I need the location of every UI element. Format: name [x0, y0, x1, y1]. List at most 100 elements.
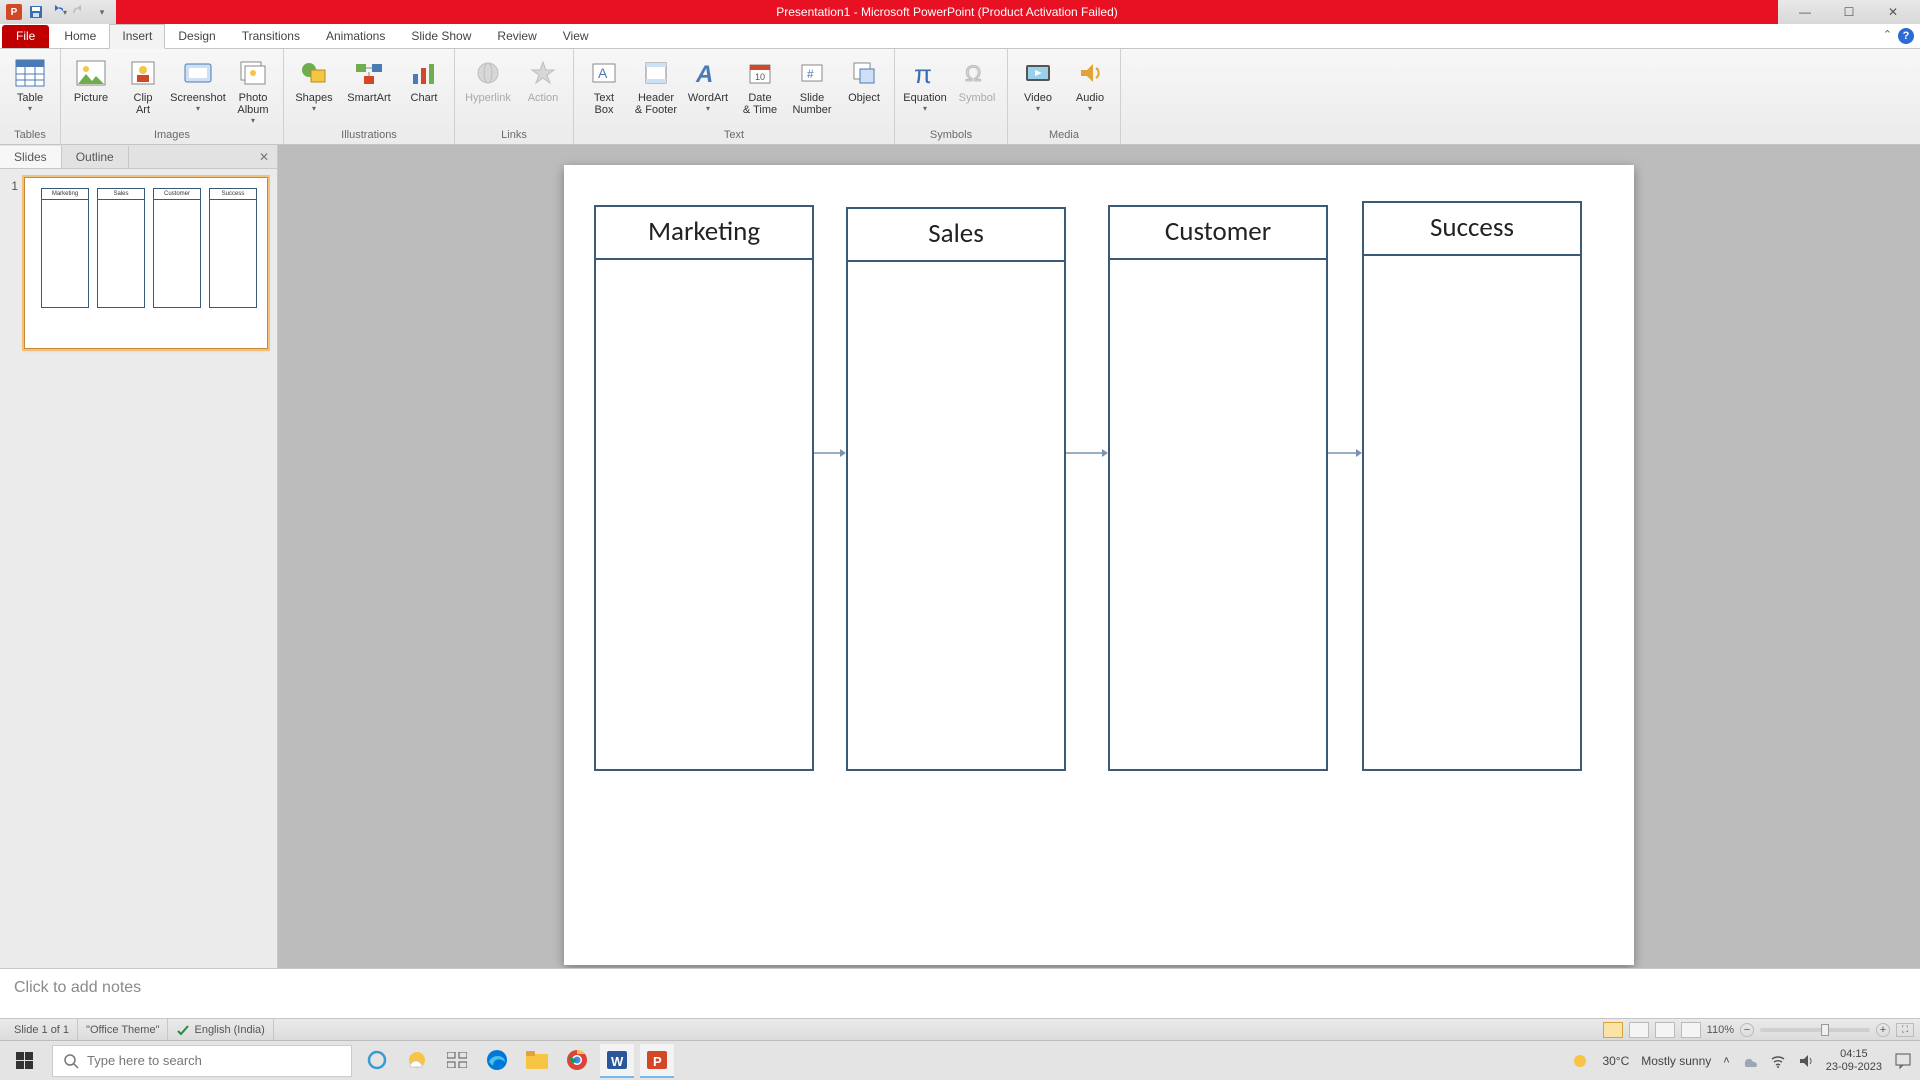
zoom-in-button[interactable]: +	[1876, 1023, 1890, 1037]
view-slideshow-button[interactable]	[1681, 1022, 1701, 1038]
taskbar-explorer[interactable]	[520, 1044, 554, 1078]
view-sorter-button[interactable]	[1629, 1022, 1649, 1038]
maximize-button[interactable]: ☐	[1832, 1, 1866, 23]
table-button[interactable]: Table▾	[6, 53, 54, 114]
taskbar-powerpoint[interactable]: P	[640, 1044, 674, 1078]
ribbon-minimize-icon[interactable]: ⌃	[1883, 28, 1892, 44]
volume-icon[interactable]	[1798, 1053, 1814, 1069]
notifications-icon[interactable]	[1894, 1052, 1912, 1070]
search-placeholder: Type here to search	[87, 1053, 202, 1068]
tab-home[interactable]: Home	[51, 24, 109, 48]
group-label: Links	[501, 127, 527, 144]
view-reading-button[interactable]	[1655, 1022, 1675, 1038]
tab-review[interactable]: Review	[484, 24, 549, 48]
tab-view[interactable]: View	[550, 24, 602, 48]
taskbar-cortana[interactable]	[360, 1044, 394, 1078]
zoom-slider[interactable]	[1760, 1028, 1870, 1032]
start-button[interactable]	[0, 1041, 48, 1080]
textbox-button[interactable]: AText Box	[580, 53, 628, 117]
qat-customize[interactable]: ▾	[92, 2, 112, 22]
minimize-button[interactable]: —	[1788, 1, 1822, 23]
photo-album-button[interactable]: Photo Album▾	[229, 53, 277, 126]
slide-number-button[interactable]: #Slide Number	[788, 53, 836, 117]
slide-editor[interactable]: Marketing Sales Customer Success	[278, 145, 1920, 968]
zoom-level[interactable]: 110%	[1707, 1024, 1734, 1036]
arrow-icon	[1066, 445, 1096, 446]
ribbon: Table▾ Tables Picture Clip Art Screensho…	[0, 49, 1920, 145]
tab-animations[interactable]: Animations	[313, 24, 398, 48]
taskbar-chrome[interactable]	[560, 1044, 594, 1078]
pane-tab-slides[interactable]: Slides	[0, 146, 62, 168]
svg-text:W: W	[611, 1054, 624, 1069]
header-footer-button[interactable]: Header & Footer	[632, 53, 680, 117]
onedrive-icon[interactable]	[1742, 1053, 1758, 1069]
shapes-button[interactable]: Shapes▾	[290, 53, 338, 114]
undo-button[interactable]: ▾	[48, 2, 68, 22]
thumbnail-list: 1 Marketing Sales Customer Success	[0, 169, 277, 968]
pane-close-icon[interactable]: ✕	[251, 150, 277, 164]
svg-text:P: P	[653, 1054, 662, 1069]
taskbar-task-view[interactable]	[440, 1044, 474, 1078]
picture-button[interactable]: Picture	[67, 53, 115, 105]
symbol-button: ΩSymbol	[953, 53, 1001, 105]
equation-label: Equation	[903, 92, 946, 104]
taskbar-weather-widget[interactable]	[400, 1044, 434, 1078]
screenshot-button[interactable]: Screenshot▾	[171, 53, 225, 114]
weather-desc[interactable]: Mostly sunny	[1641, 1054, 1711, 1068]
group-label: Text	[724, 127, 744, 144]
tray-clock[interactable]: 04:15 23-09-2023	[1826, 1048, 1882, 1074]
save-button[interactable]	[26, 2, 46, 22]
group-illustrations: Shapes▾ SmartArt Chart Illustrations	[284, 49, 455, 144]
taskbar-word[interactable]: W	[600, 1044, 634, 1078]
smartart-button[interactable]: SmartArt	[342, 53, 396, 105]
thumbnail-preview: Marketing Sales Customer Success	[24, 177, 268, 349]
status-slide-indicator[interactable]: Slide 1 of 1	[6, 1019, 78, 1040]
status-theme[interactable]: "Office Theme"	[78, 1019, 168, 1040]
audio-button[interactable]: Audio▾	[1066, 53, 1114, 114]
group-label: Images	[154, 127, 190, 144]
column-sales[interactable]: Sales	[846, 207, 1066, 771]
taskbar-search[interactable]: Type here to search	[52, 1045, 352, 1077]
notes-pane[interactable]: Click to add notes	[0, 968, 1920, 1018]
tab-slide-show[interactable]: Slide Show	[398, 24, 484, 48]
hyperlink-label: Hyperlink	[465, 92, 511, 104]
fit-to-window-button[interactable]: ⛶	[1896, 1023, 1914, 1037]
tab-design[interactable]: Design	[165, 24, 228, 48]
tab-file[interactable]: File	[2, 25, 49, 48]
audio-icon	[1073, 56, 1107, 90]
group-symbols: πEquation▾ ΩSymbol Symbols	[895, 49, 1008, 144]
screenshot-label: Screenshot	[170, 92, 226, 104]
equation-button[interactable]: πEquation▾	[901, 53, 949, 114]
weather-temp[interactable]: 30°C	[1602, 1054, 1629, 1068]
redo-button[interactable]	[70, 2, 90, 22]
slide-thumbnail[interactable]: 1 Marketing Sales Customer Success	[6, 177, 271, 349]
tray-chevron-icon[interactable]: ˄	[1723, 1055, 1729, 1067]
svg-text:Ω: Ω	[965, 61, 981, 86]
smartart-label: SmartArt	[347, 92, 390, 104]
taskbar-edge[interactable]	[480, 1044, 514, 1078]
wordart-button[interactable]: AWordArt▾	[684, 53, 732, 114]
video-button[interactable]: Video▾	[1014, 53, 1062, 114]
slides-pane: Slides Outline ✕ 1 Marketing Sales Custo…	[0, 145, 278, 968]
column-marketing[interactable]: Marketing	[594, 205, 814, 771]
column-success[interactable]: Success	[1362, 201, 1582, 771]
view-normal-button[interactable]	[1603, 1022, 1623, 1038]
slide-canvas[interactable]: Marketing Sales Customer Success	[564, 165, 1634, 965]
column-customer[interactable]: Customer	[1108, 205, 1328, 771]
wifi-icon[interactable]	[1770, 1053, 1786, 1069]
chart-button[interactable]: Chart	[400, 53, 448, 105]
taskbar: Type here to search W P 30°C Mostly sunn…	[0, 1040, 1920, 1080]
pane-tabs: Slides Outline ✕	[0, 145, 277, 169]
group-label: Symbols	[930, 127, 972, 144]
close-button[interactable]: ✕	[1876, 1, 1910, 23]
date-time-button[interactable]: 10Date & Time	[736, 53, 784, 117]
tab-insert[interactable]: Insert	[109, 24, 165, 49]
app-icon[interactable]: P	[4, 2, 24, 22]
clipart-button[interactable]: Clip Art	[119, 53, 167, 117]
status-language[interactable]: English (India)	[168, 1019, 273, 1040]
zoom-out-button[interactable]: −	[1740, 1023, 1754, 1037]
tab-transitions[interactable]: Transitions	[229, 24, 313, 48]
help-icon[interactable]: ?	[1898, 28, 1914, 44]
object-button[interactable]: Object	[840, 53, 888, 105]
pane-tab-outline[interactable]: Outline	[62, 146, 129, 168]
